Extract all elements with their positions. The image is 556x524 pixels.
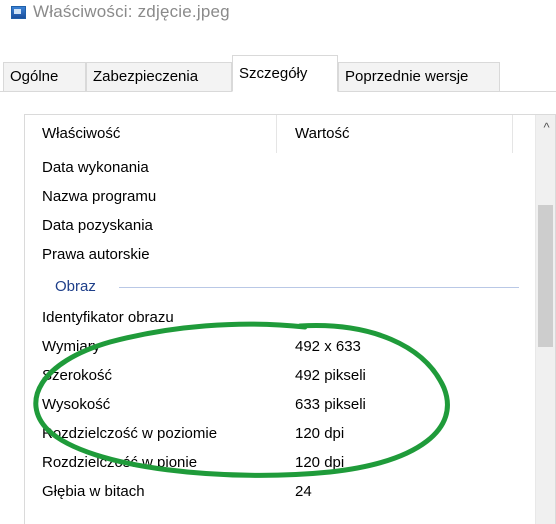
- property-list[interactable]: Właściwość Wartość Data wykonania Nazwa …: [24, 114, 556, 524]
- property-value: 633 pikseli: [295, 396, 366, 413]
- property-name: Data wykonania: [42, 159, 149, 176]
- property-name: Szerokość: [42, 367, 113, 384]
- property-name: Nazwa programu: [42, 188, 157, 205]
- properties-window: Właściwości: zdjęcie.jpeg Ogólne Zabezpi…: [0, 0, 556, 524]
- property-name: Identyfikator obrazu: [42, 309, 174, 326]
- property-name: Data pozyskania: [42, 217, 153, 234]
- property-name: Wysokość: [42, 396, 111, 413]
- window-title: Właściwości: zdjęcie.jpeg: [33, 2, 230, 21]
- property-name: Wymiary: [42, 338, 101, 355]
- property-name: Głębia w bitach: [42, 483, 145, 500]
- property-value: 24: [295, 483, 312, 500]
- tab-details[interactable]: Szczegóły: [232, 55, 338, 92]
- list-item[interactable]: Identyfikator obrazu: [25, 303, 535, 332]
- column-header-value[interactable]: Wartość: [277, 115, 513, 153]
- list-item[interactable]: Wymiary 492 x 633: [25, 332, 535, 361]
- list-item[interactable]: Prawa autorskie: [25, 240, 535, 269]
- list-header: Właściwość Wartość: [25, 115, 535, 153]
- vertical-scrollbar[interactable]: ^: [535, 115, 555, 524]
- tab-security[interactable]: Zabezpieczenia: [86, 62, 232, 91]
- list-item[interactable]: Rozdzielczość w poziomie 120 dpi: [25, 419, 535, 448]
- list-item[interactable]: Data pozyskania: [25, 211, 535, 240]
- list-item[interactable]: Szerokość 492 pikseli: [25, 361, 535, 390]
- window-icon: [11, 6, 26, 19]
- group-divider: [119, 287, 519, 288]
- column-header-property[interactable]: Właściwość: [25, 115, 277, 153]
- scroll-thumb[interactable]: [538, 205, 553, 347]
- list-item[interactable]: Data wykonania: [25, 153, 535, 182]
- property-name: Rozdzielczość w pionie: [42, 454, 198, 471]
- details-panel: Właściwość Wartość Data wykonania Nazwa …: [0, 92, 556, 524]
- list-item[interactable]: Głębia w bitach 24: [25, 477, 535, 506]
- title-bar: Właściwości: zdjęcie.jpeg: [0, 0, 556, 36]
- property-value: 120 dpi: [295, 454, 345, 471]
- group-title-image[interactable]: Obraz: [55, 272, 96, 301]
- tab-previous-versions[interactable]: Poprzednie wersje: [338, 62, 500, 91]
- property-name: Rozdzielczość w poziomie: [42, 425, 218, 442]
- list-item[interactable]: Nazwa programu: [25, 182, 535, 211]
- scroll-up-icon[interactable]: ^: [536, 115, 555, 149]
- tab-general[interactable]: Ogólne: [3, 62, 86, 91]
- property-value: 492 pikseli: [295, 367, 366, 384]
- property-value: 120 dpi: [295, 425, 345, 442]
- list-item[interactable]: Rozdzielczość w pionie 120 dpi: [25, 448, 535, 477]
- list-item[interactable]: Wysokość 633 pikseli: [25, 390, 535, 419]
- property-value: 492 x 633: [295, 338, 361, 355]
- property-name: Prawa autorskie: [42, 246, 150, 263]
